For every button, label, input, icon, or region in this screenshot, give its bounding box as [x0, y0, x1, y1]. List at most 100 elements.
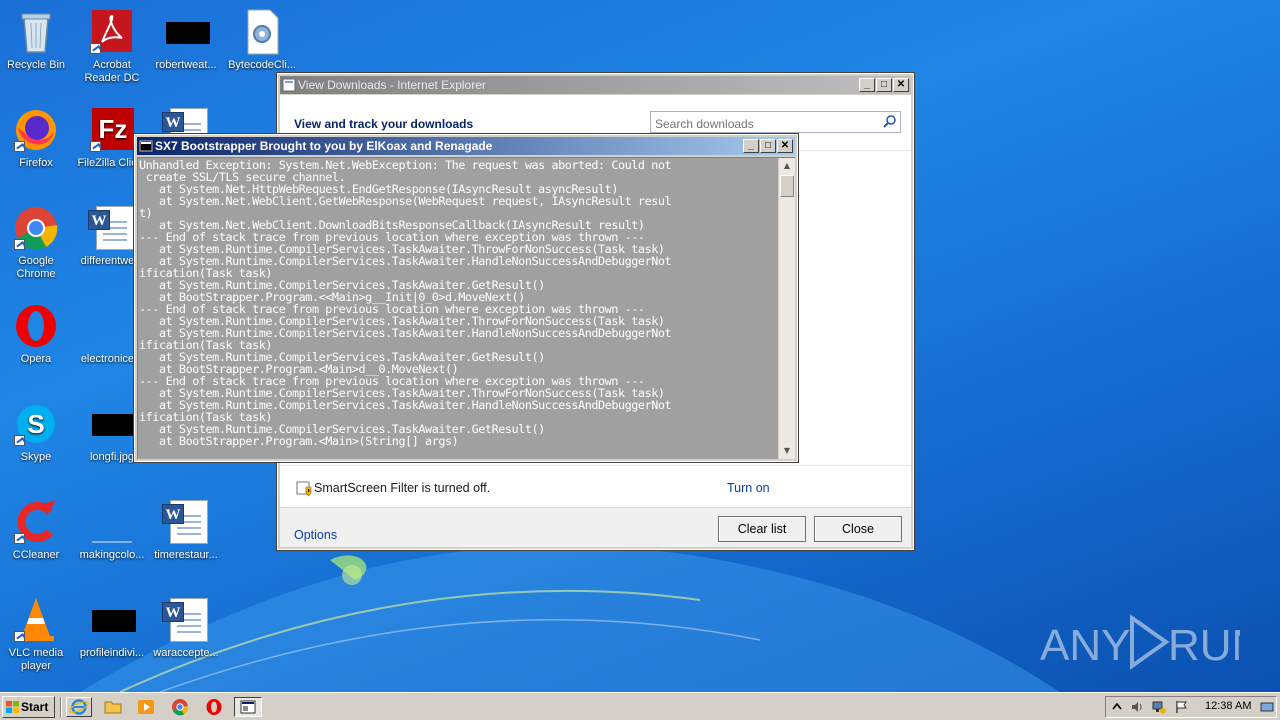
close-button[interactable]: Close: [814, 516, 902, 542]
desktop-icon-label: Firefox: [19, 157, 53, 169]
show-desktop-icon[interactable]: [1260, 700, 1274, 714]
media-player-taskbar-button[interactable]: [135, 697, 157, 717]
desktop-icon-label: VLC media player: [8, 647, 64, 672]
word-document-icon: W: [88, 204, 136, 252]
close-window-button[interactable]: ✕: [893, 78, 909, 92]
svg-text:Fz: Fz: [99, 114, 128, 144]
anyrun-watermark: ANY RUN: [1040, 614, 1240, 670]
redacted-file-icon: [162, 8, 210, 56]
turn-on-link[interactable]: Turn on: [727, 481, 770, 495]
desktop-icon-robertweat[interactable]: robertweat...: [148, 8, 224, 72]
desktop-icon-label: Skype: [20, 451, 52, 463]
show-hidden-icons-icon[interactable]: [1110, 700, 1124, 714]
console-titlebar[interactable]: SX7 Bootstrapper Brought to you by ElKoa…: [137, 137, 795, 155]
recycle-bin-icon: [12, 8, 60, 56]
desktop-icon-label: Opera: [20, 353, 52, 365]
console-window-icon: [240, 700, 256, 714]
smartscreen-status-text: SmartScreen Filter is turned off.: [314, 481, 491, 495]
desktop-icon-chrome[interactable]: Google Chrome: [0, 204, 74, 281]
minimize-button[interactable]: _: [859, 78, 875, 92]
smartscreen-bar: SmartScreen Filter is turned off. Turn o…: [280, 465, 911, 507]
close-window-button[interactable]: ✕: [777, 139, 793, 153]
desktop-icon-firefox[interactable]: Firefox: [0, 106, 74, 170]
chrome-icon: [12, 204, 60, 252]
desktop-icon-label: Google Chrome: [16, 255, 56, 280]
svg-text:S: S: [27, 409, 44, 439]
taskbar-clock[interactable]: 12:38 AM: [1205, 700, 1251, 712]
redacted-file-icon: [88, 400, 136, 448]
scrollbar-thumb[interactable]: [780, 175, 794, 197]
network-icon[interactable]: [1152, 700, 1166, 714]
console-text: Unhandled Exception: System.Net.WebExcep…: [139, 159, 778, 457]
skype-icon: S: [12, 400, 60, 448]
desktop-icon-label: timerestaur...: [154, 549, 218, 561]
desktop-icon-bytecodecli[interactable]: BytecodeCli...: [224, 8, 300, 72]
desktop-icon-skype[interactable]: S Skype: [0, 400, 74, 464]
scroll-down-icon[interactable]: ▼: [779, 443, 795, 459]
firefox-icon: [12, 106, 60, 154]
desktop-icon-label: Acrobat Reader DC: [84, 59, 140, 84]
desktop-icon-opera[interactable]: Opera: [0, 302, 74, 366]
console-output-area[interactable]: Unhandled Exception: System.Net.WebExcep…: [137, 157, 795, 459]
desktop-icon-label: BytecodeCli...: [228, 59, 296, 71]
chrome-icon: [172, 699, 189, 716]
desktop-icon-recycle-bin[interactable]: Recycle Bin: [0, 8, 74, 72]
filezilla-icon: Fz: [88, 106, 136, 154]
ie-taskbar-button[interactable]: [66, 697, 92, 717]
search-icon[interactable]: [883, 114, 897, 128]
watermark-any: ANY: [1040, 621, 1130, 670]
ie-titlebar[interactable]: View Downloads - Internet Explorer _ □ ✕: [280, 76, 911, 94]
volume-icon[interactable]: [1130, 700, 1144, 714]
desktop-icon-label: robertweat...: [155, 59, 217, 71]
console-taskbar-button[interactable]: [234, 697, 262, 717]
acrobat-icon: [88, 8, 136, 56]
system-tray: 12:38 AM: [1105, 696, 1277, 718]
taskbar-separator: [60, 697, 62, 717]
blank-file-icon: [88, 302, 136, 350]
console-scrollbar[interactable]: ▲ ▼: [778, 158, 795, 459]
console-line: at BootStrapper.Program.<Main>(String[] …: [139, 434, 459, 448]
word-document-icon: W: [162, 498, 210, 546]
start-label: Start: [21, 700, 49, 714]
minimize-button[interactable]: _: [743, 139, 759, 153]
desktop-icon-label: Recycle Bin: [6, 59, 66, 71]
vlc-cone-icon: [12, 596, 60, 644]
watermark-run: RUN: [1168, 621, 1240, 670]
desktop-icon-vlc[interactable]: VLC media player: [0, 596, 74, 673]
scroll-up-icon[interactable]: ▲: [779, 158, 795, 174]
desktop-icon-label: waraccepte...: [153, 647, 219, 659]
desktop-icon-waraccepte[interactable]: W waraccepte...: [148, 596, 224, 660]
opera-icon: [12, 302, 60, 350]
desktop-icon-timerestaur[interactable]: W timerestaur...: [148, 498, 224, 562]
start-button[interactable]: Start: [2, 696, 55, 718]
shortcut-arrow-icon: [14, 533, 25, 544]
opera-taskbar-button[interactable]: [203, 697, 225, 717]
downloads-footer: Options Clear list Close: [280, 507, 911, 547]
desktop-icon-acrobat[interactable]: Acrobat Reader DC: [74, 8, 150, 85]
chrome-taskbar-button[interactable]: [169, 697, 191, 717]
shortcut-arrow-icon: [14, 435, 25, 446]
maximize-button[interactable]: □: [760, 139, 776, 153]
explorer-taskbar-button[interactable]: [102, 697, 124, 717]
maximize-button[interactable]: □: [876, 78, 892, 92]
settings-file-icon: [238, 8, 286, 56]
options-link[interactable]: Options: [294, 528, 337, 542]
redacted-file-icon: [88, 596, 136, 644]
shortcut-arrow-icon: [90, 141, 101, 152]
media-player-icon: [138, 700, 154, 714]
ccleaner-icon: [12, 498, 60, 546]
ie-window-icon: [282, 78, 296, 92]
opera-icon: [206, 699, 222, 715]
desktop-icon-profileindivi[interactable]: profileindivi...: [74, 596, 150, 660]
shortcut-arrow-icon: [14, 141, 25, 152]
internet-explorer-icon: [69, 699, 89, 715]
desktop-icon-ccleaner[interactable]: CCleaner: [0, 498, 74, 562]
smartscreen-shield-icon: [296, 481, 312, 497]
search-downloads-input[interactable]: [650, 111, 901, 133]
clear-list-button[interactable]: Clear list: [718, 516, 806, 542]
desktop-icon-makingcolo[interactable]: makingcolo...: [74, 498, 150, 562]
bootstrapper-console-window[interactable]: SX7 Bootstrapper Brought to you by ElKoa…: [133, 133, 799, 463]
taskbar: Start 12:38 AM: [0, 692, 1280, 720]
shortcut-arrow-icon: [14, 239, 25, 250]
action-center-flag-icon[interactable]: [1174, 700, 1188, 714]
